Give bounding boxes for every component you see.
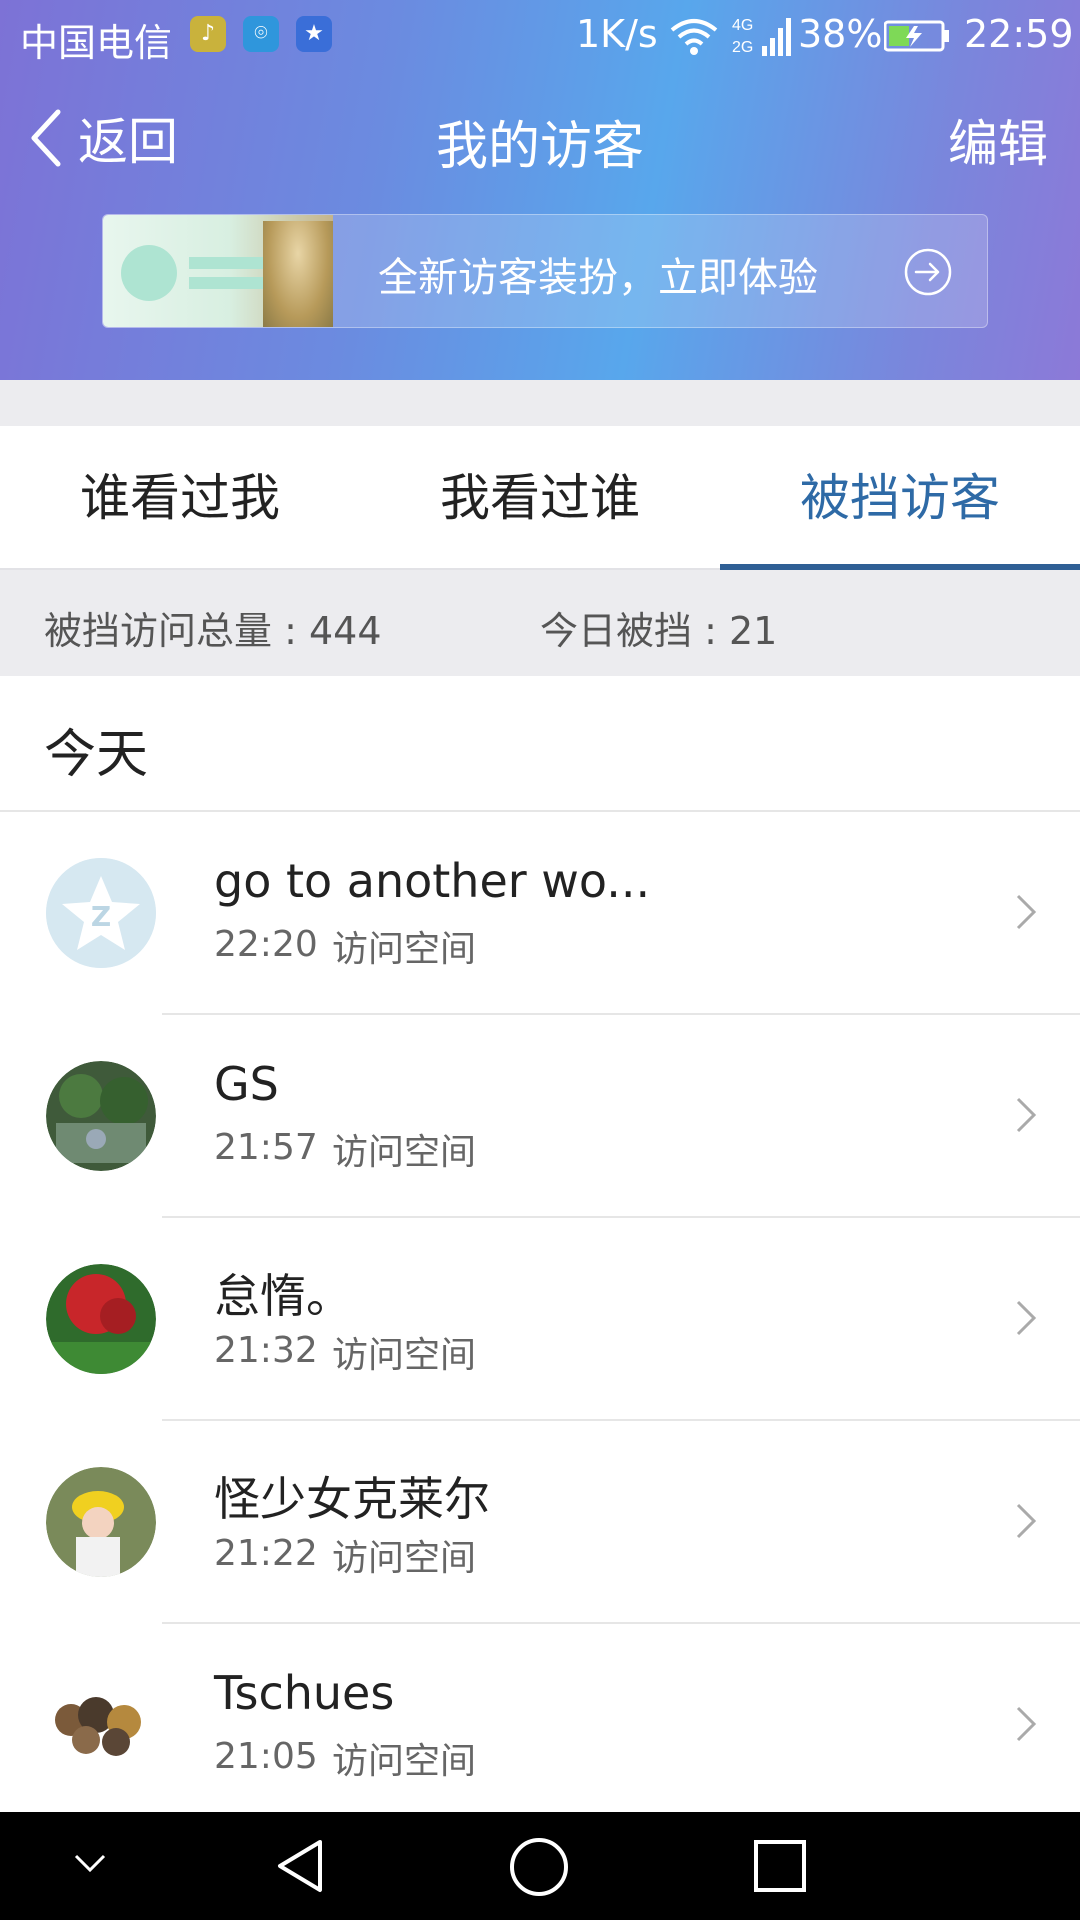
avatar[interactable]	[46, 1264, 156, 1374]
chevron-right-icon	[1016, 1097, 1037, 1133]
visit-action: 访问空间	[332, 929, 477, 970]
list-item[interactable]: Z go to another wo... 22:20 访问空间	[0, 812, 1080, 1015]
list-item[interactable]: GS 21:57 访问空间	[0, 1015, 1080, 1218]
arrow-circle-right-icon	[904, 248, 952, 296]
visit-action: 访问空间	[332, 1538, 477, 1579]
banner-thumbnail	[103, 215, 333, 327]
chevron-down-icon[interactable]	[72, 1852, 108, 1876]
visitor-name: GS	[214, 1057, 279, 1111]
home-circle-icon[interactable]	[508, 1836, 570, 1898]
visit-time: 21:57	[214, 1127, 318, 1168]
banner-text: 全新访客装扮，立即体验	[378, 255, 818, 301]
network-speed: 1K/s	[576, 12, 658, 56]
signal-icon: 4G 2G	[732, 17, 791, 56]
blocked-today: 今日被挡 : 21	[540, 609, 778, 653]
visit-action: 访问空间	[332, 1335, 477, 1376]
list-item[interactable]: Tschues 21:05 访问空间	[0, 1624, 1080, 1827]
svg-text:2G: 2G	[732, 39, 753, 56]
visit-time: 21:05	[214, 1736, 318, 1777]
svg-text:Z: Z	[91, 900, 111, 933]
wifi-icon	[670, 19, 718, 55]
nav-bar: 返回 我的访客 编辑	[0, 90, 1080, 186]
back-triangle-icon[interactable]	[272, 1836, 328, 1896]
svg-text:4G: 4G	[732, 17, 753, 34]
avatar[interactable]	[46, 1670, 156, 1780]
page-title: 我的访客	[435, 117, 644, 177]
tab-blocked-visitors[interactable]: 被挡访客	[720, 426, 1080, 570]
visitor-name: go to another wo...	[214, 854, 651, 908]
app-notification-icon: ♪	[190, 16, 226, 52]
header: 中国电信 ♪ ⌾ ★ 1K/s 4G 2G 38% 22:59 返回 我的访客 …	[0, 0, 1080, 380]
avatar[interactable]	[46, 1467, 156, 1577]
battery-icon	[884, 20, 949, 52]
carrier-label: 中国电信	[20, 21, 173, 65]
visitor-name: Tschues	[214, 1666, 395, 1720]
visit-time: 21:32	[214, 1330, 318, 1371]
chevron-right-icon	[1016, 894, 1037, 930]
recents-square-icon[interactable]	[752, 1838, 808, 1894]
star-app-icon: ★	[296, 16, 332, 52]
visitor-name: 怠惰。	[214, 1269, 352, 1323]
visitor-name: 怪少女克莱尔	[214, 1472, 490, 1526]
header-gap	[0, 380, 1080, 426]
blocked-total: 被挡访问总量 : 444	[44, 609, 382, 653]
tab-who-viewed-me[interactable]: 谁看过我	[0, 426, 360, 570]
chevron-right-icon	[1016, 1503, 1037, 1539]
avatar[interactable]: Z	[46, 858, 156, 968]
promo-banner[interactable]: 全新访客装扮，立即体验	[102, 214, 988, 328]
avatar[interactable]	[46, 1061, 156, 1171]
list-item[interactable]: 怪少女克莱尔 21:22 访问空间	[0, 1421, 1080, 1624]
edit-button[interactable]: 编辑	[948, 104, 1048, 176]
tab-who-i-viewed[interactable]: 我看过谁	[360, 426, 720, 570]
stats-bar: 被挡访问总量 : 444 今日被挡 : 21	[0, 570, 1080, 676]
visit-action: 访问空间	[332, 1132, 477, 1173]
visit-time: 22:20	[214, 924, 318, 965]
section-header: 今天	[0, 676, 1080, 812]
list-item[interactable]: 怠惰。 21:32 访问空间	[0, 1218, 1080, 1421]
system-nav-bar	[0, 1812, 1080, 1920]
visit-action: 访问空间	[332, 1741, 477, 1782]
clock: 22:59	[964, 12, 1074, 56]
chevron-right-icon	[1016, 1706, 1037, 1742]
visit-time: 21:22	[214, 1533, 318, 1574]
location-icon: ⌾	[243, 16, 279, 52]
tab-bar: 谁看过我 我看过谁 被挡访客	[0, 426, 1080, 570]
chevron-right-icon	[1016, 1300, 1037, 1336]
status-bar: 中国电信 ♪ ⌾ ★ 1K/s 4G 2G 38% 22:59	[0, 0, 1080, 72]
battery-percent: 38%	[798, 12, 883, 56]
section-title: 今天	[44, 725, 149, 785]
